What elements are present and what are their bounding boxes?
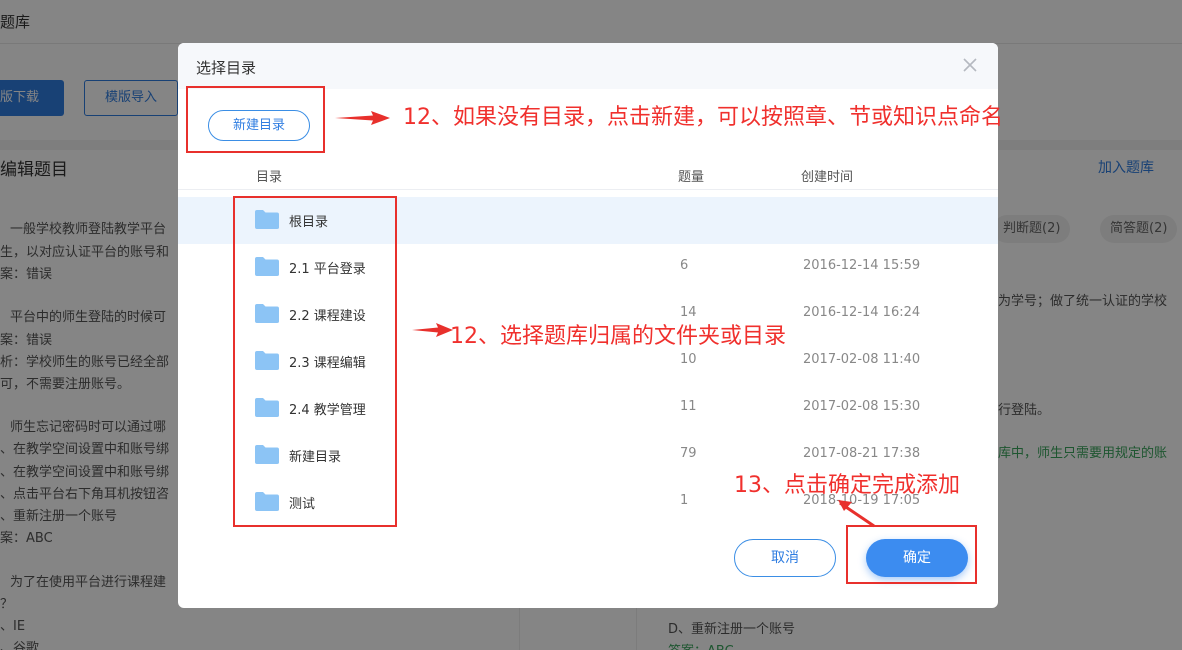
close-icon[interactable] [962, 57, 978, 73]
dialog-header: 选择目录 [178, 43, 998, 89]
arrow-icon [335, 111, 390, 125]
highlight-new-folder [186, 86, 325, 153]
question-count: 79 [680, 446, 697, 461]
column-header-created: 创建时间 [801, 170, 854, 185]
highlight-folder-list [233, 196, 397, 527]
created-time: 2016-12-14 15:59 [803, 258, 921, 273]
dialog-title: 选择目录 [196, 59, 257, 77]
column-header-name: 目录 [256, 170, 283, 185]
column-header-count: 题量 [678, 170, 705, 185]
annotation-confirm: 13、点击确定完成添加 [734, 473, 960, 498]
cancel-button[interactable]: 取消 [734, 539, 836, 577]
question-count: 6 [680, 258, 689, 273]
annotation-new-folder: 12、如果没有目录，点击新建，可以按照章、节或知识点命名 [403, 105, 1003, 130]
arrow-icon [412, 323, 453, 337]
question-count: 11 [680, 399, 697, 414]
annotation-select-folder: 12、选择题库归属的文件夹或目录 [450, 324, 786, 349]
highlight-confirm [846, 525, 977, 584]
created-time: 2017-02-08 11:40 [803, 352, 921, 367]
arrow-icon [838, 500, 875, 528]
question-count: 1 [680, 493, 689, 508]
created-time: 2016-12-14 16:24 [803, 305, 921, 320]
created-time: 2017-02-08 15:30 [803, 399, 921, 414]
question-count: 10 [680, 352, 697, 367]
header-divider [178, 189, 998, 190]
created-time: 2017-08-21 17:38 [803, 446, 921, 461]
